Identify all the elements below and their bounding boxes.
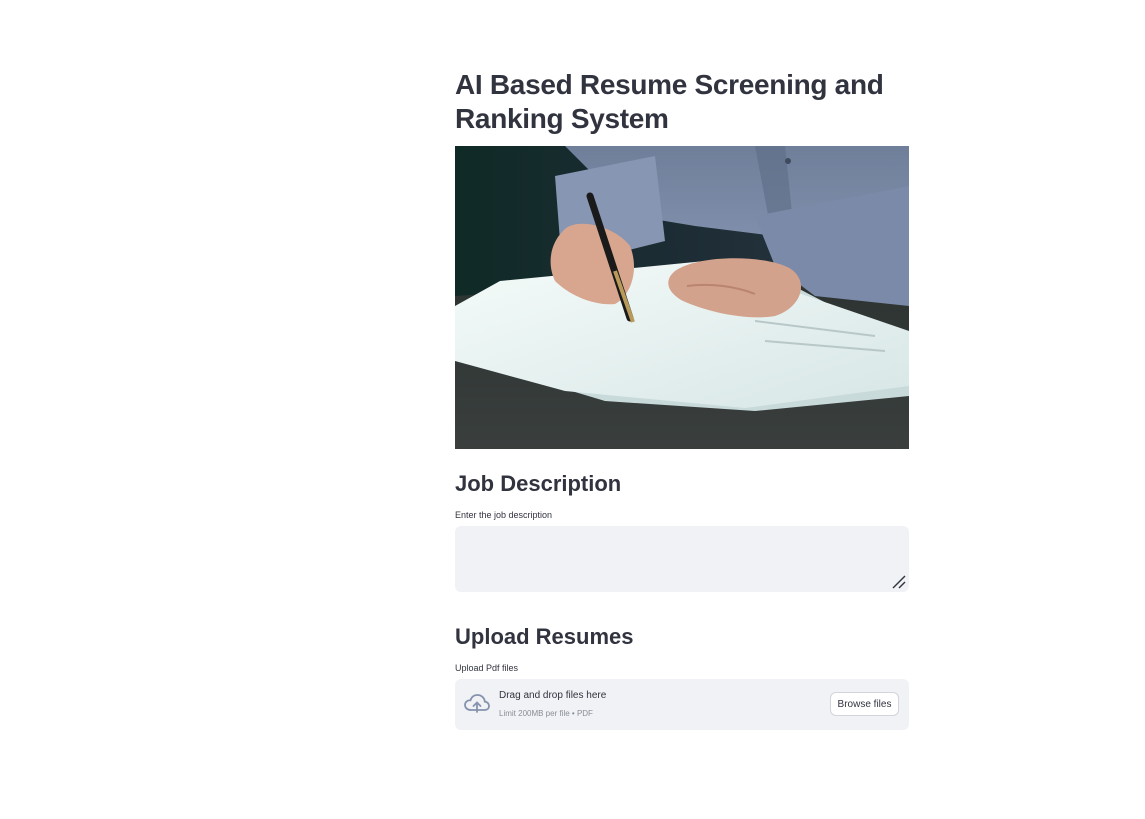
hero-image [455,146,909,449]
job-description-heading: Job Description [455,471,622,496]
browse-files-button[interactable]: Browse files [830,692,899,716]
dropzone-title: Drag and drop files here [499,690,607,701]
upload-label: Upload Pdf files [455,663,519,673]
page-title: AI Based Resume Screening and Ranking Sy… [455,69,884,134]
cloud-upload-icon [464,694,490,713]
file-dropzone[interactable]: Drag and drop files here Limit 200MB per… [455,679,909,730]
job-description-label: Enter the job description [455,510,553,520]
resume-writing-photo [455,146,909,449]
upload-resumes-heading: Upload Resumes [455,624,634,649]
dropzone-limit-text: Limit 200MB per file • PDF [499,709,593,718]
job-description-textarea[interactable] [455,526,909,592]
resize-handle-icon[interactable] [891,574,907,590]
